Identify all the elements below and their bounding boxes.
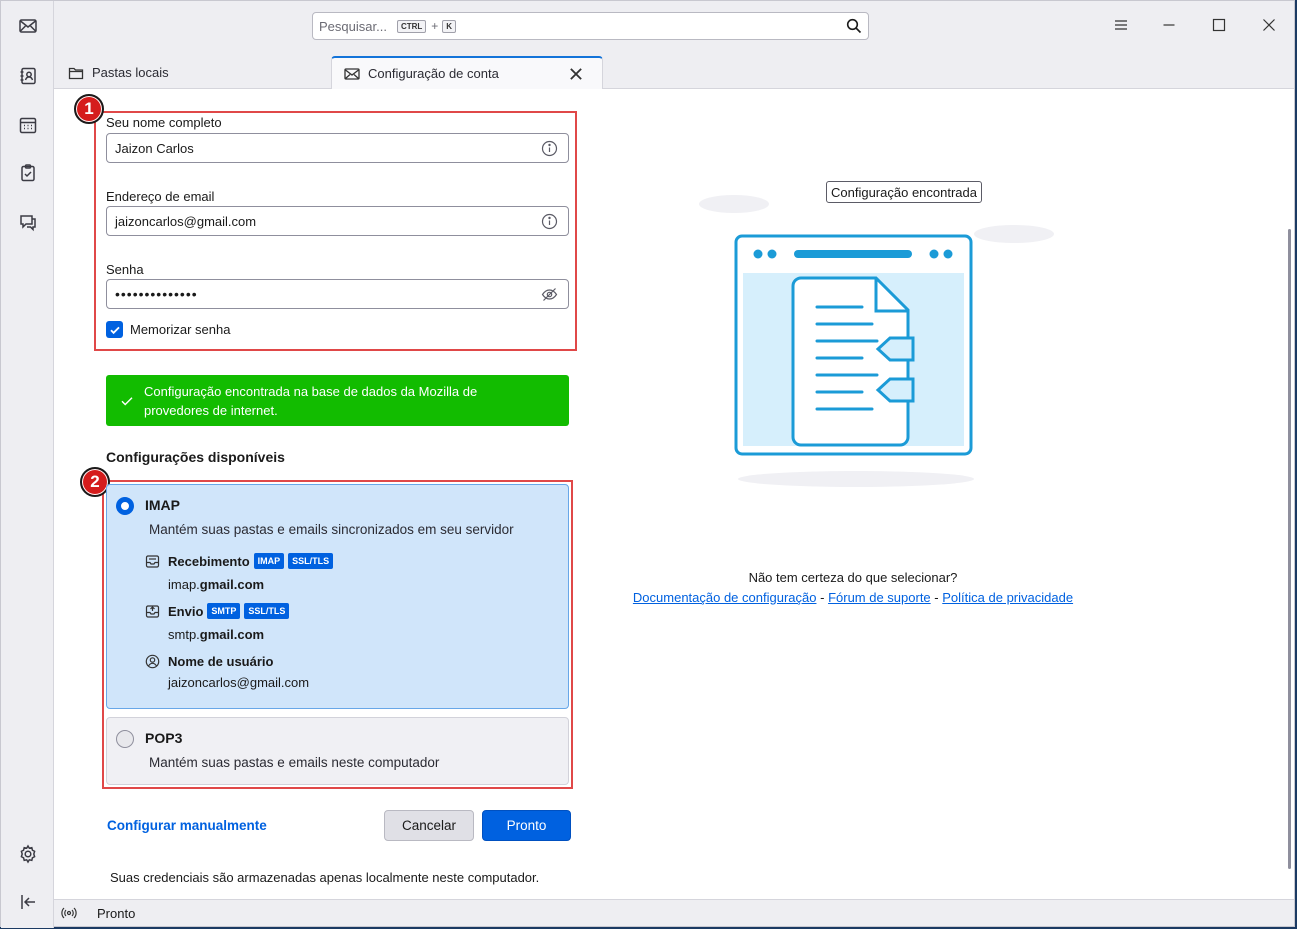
tab-account-setup[interactable]: Configuração de conta (331, 56, 603, 89)
minimize-icon[interactable] (1159, 15, 1179, 35)
mail-icon[interactable] (14, 12, 42, 40)
username-label: Nome de usuário (168, 654, 274, 669)
tab-account-setup-label: Configuração de conta (368, 66, 499, 81)
tab-local-folders-label: Pastas locais (92, 65, 169, 80)
done-button[interactable]: Pronto (482, 810, 571, 841)
full-name-value: Jaizon Carlos (115, 140, 194, 156)
tab-bar: Pastas locais Configuração de conta (54, 49, 1294, 89)
remember-password-label: Memorizar senha (130, 322, 231, 337)
incoming-security-tag: SSL/TLS (288, 553, 334, 569)
search-icon[interactable] (846, 18, 862, 34)
full-name-field[interactable]: Jaizon Carlos (106, 133, 569, 163)
tab-local-folders[interactable]: Pastas locais (56, 56, 326, 89)
folder-icon (68, 67, 84, 79)
incoming-host-prefix: imap. (168, 577, 200, 592)
search-placeholder: Pesquisar... (319, 18, 387, 34)
collapse-sidebar-icon[interactable] (14, 888, 42, 916)
calendar-icon[interactable] (14, 111, 42, 139)
config-found-message: Configuração encontrada na base de dados… (144, 383, 478, 418)
pop3-description: Mantém suas pastas e emails neste comput… (149, 755, 440, 770)
full-name-label: Seu nome completo (106, 115, 222, 130)
outgoing-host: smtp.gmail.com (168, 627, 264, 642)
password-field[interactable]: •••••••••••••• (106, 279, 569, 309)
email-label: Endereço de email (106, 189, 215, 204)
close-window-icon[interactable] (1259, 15, 1279, 35)
shortcut-plus: + (431, 19, 439, 33)
outgoing-host-prefix: smtp. (168, 627, 200, 642)
imap-option[interactable]: IMAP Mantém suas pastas e emails sincron… (106, 484, 569, 709)
outgoing-protocol-tag: SMTP (207, 603, 241, 619)
pop3-radio[interactable] (116, 730, 134, 748)
inbox-icon (145, 554, 160, 568)
outgoing-server-row: Envio SMTP SSL/TLS (145, 603, 290, 619)
shortcut-key-k: K (442, 19, 457, 33)
username-row: Nome de usuário (145, 654, 273, 669)
setup-docs-link[interactable]: Documentação de configuração (633, 590, 817, 605)
email-field[interactable]: jaizoncarlos@gmail.com (106, 206, 569, 236)
incoming-host-domain: gmail.com (199, 577, 265, 592)
available-configs-title: Configurações disponíveis (106, 449, 285, 465)
annotation-badge-1: 1 (74, 94, 104, 124)
pop3-option[interactable]: POP3 Mantém suas pastas e emails neste c… (106, 717, 569, 785)
imap-radio[interactable] (116, 497, 134, 515)
chat-icon[interactable] (14, 208, 42, 236)
status-bar: Pronto (54, 899, 1294, 926)
imap-title: IMAP (145, 497, 180, 513)
hamburger-menu-icon[interactable] (1111, 15, 1131, 35)
spaces-toolbar (1, 1, 54, 928)
user-icon (145, 654, 160, 669)
maximize-icon[interactable] (1209, 15, 1229, 35)
config-found-notification: Configuração encontrada na base de dados… (106, 375, 569, 426)
tasks-icon[interactable] (14, 159, 42, 187)
outgoing-host-domain: gmail.com (199, 627, 265, 642)
incoming-label: Recebimento (168, 553, 250, 569)
config-found-illustration (699, 195, 1054, 487)
account-setup-page: 1 Seu nome completo Jaizon Carlos Endere… (54, 89, 1294, 899)
scrollbar[interactable] (1288, 229, 1291, 869)
credentials-footnote: Suas credenciais são armazenadas apenas … (110, 870, 540, 885)
configure-manually-link[interactable]: Configurar manualmente (107, 818, 267, 833)
checkmark-icon (109, 326, 120, 334)
pop3-title: POP3 (145, 730, 183, 746)
incoming-host: imap.gmail.com (168, 577, 264, 592)
incoming-server-row: Recebimento IMAP SSL/TLS (145, 553, 334, 569)
hide-password-eye-icon[interactable] (541, 286, 558, 303)
remember-password-checkbox[interactable] (106, 321, 123, 338)
check-icon (121, 396, 133, 405)
cancel-button[interactable]: Cancelar (384, 810, 474, 841)
status-text: Pronto (97, 905, 136, 921)
link-separator: - (820, 590, 825, 605)
privacy-policy-link[interactable]: Política de privacidade (942, 590, 1073, 605)
account-setup-icon (344, 67, 360, 80)
password-value: •••••••••••••• (115, 286, 198, 302)
password-label: Senha (106, 262, 144, 277)
title-bar: Pesquisar... CTRL + K (54, 1, 1294, 49)
remember-password-row[interactable]: Memorizar senha (106, 321, 230, 338)
online-status-icon[interactable] (61, 905, 77, 921)
settings-gear-icon[interactable] (14, 840, 42, 868)
help-question: Não tem certeza do que selecionar? (748, 570, 958, 585)
incoming-protocol-tag: IMAP (253, 553, 285, 569)
address-book-icon[interactable] (14, 62, 42, 90)
app-window: Pesquisar... CTRL + K Pastas locais Conf… (0, 0, 1295, 928)
support-forum-link[interactable]: Fórum de suporte (828, 590, 931, 605)
info-icon[interactable] (541, 213, 558, 230)
help-links: Documentação de configuração - Fórum de … (629, 590, 1077, 605)
search-input[interactable]: Pesquisar... CTRL + K (312, 12, 869, 40)
config-found-badge: Configuração encontrada (826, 181, 982, 203)
outgoing-security-tag: SSL/TLS (244, 603, 290, 619)
imap-description: Mantém suas pastas e emails sincronizado… (149, 522, 514, 537)
outbox-icon (145, 604, 160, 618)
email-value: jaizoncarlos@gmail.com (115, 213, 257, 229)
username-value: jaizoncarlos@gmail.com (168, 675, 310, 690)
info-icon[interactable] (541, 140, 558, 157)
shortcut-key-ctrl: CTRL (396, 19, 427, 33)
link-separator: - (934, 590, 939, 605)
close-tab-icon[interactable] (568, 66, 584, 82)
outgoing-label: Envio (168, 603, 204, 619)
